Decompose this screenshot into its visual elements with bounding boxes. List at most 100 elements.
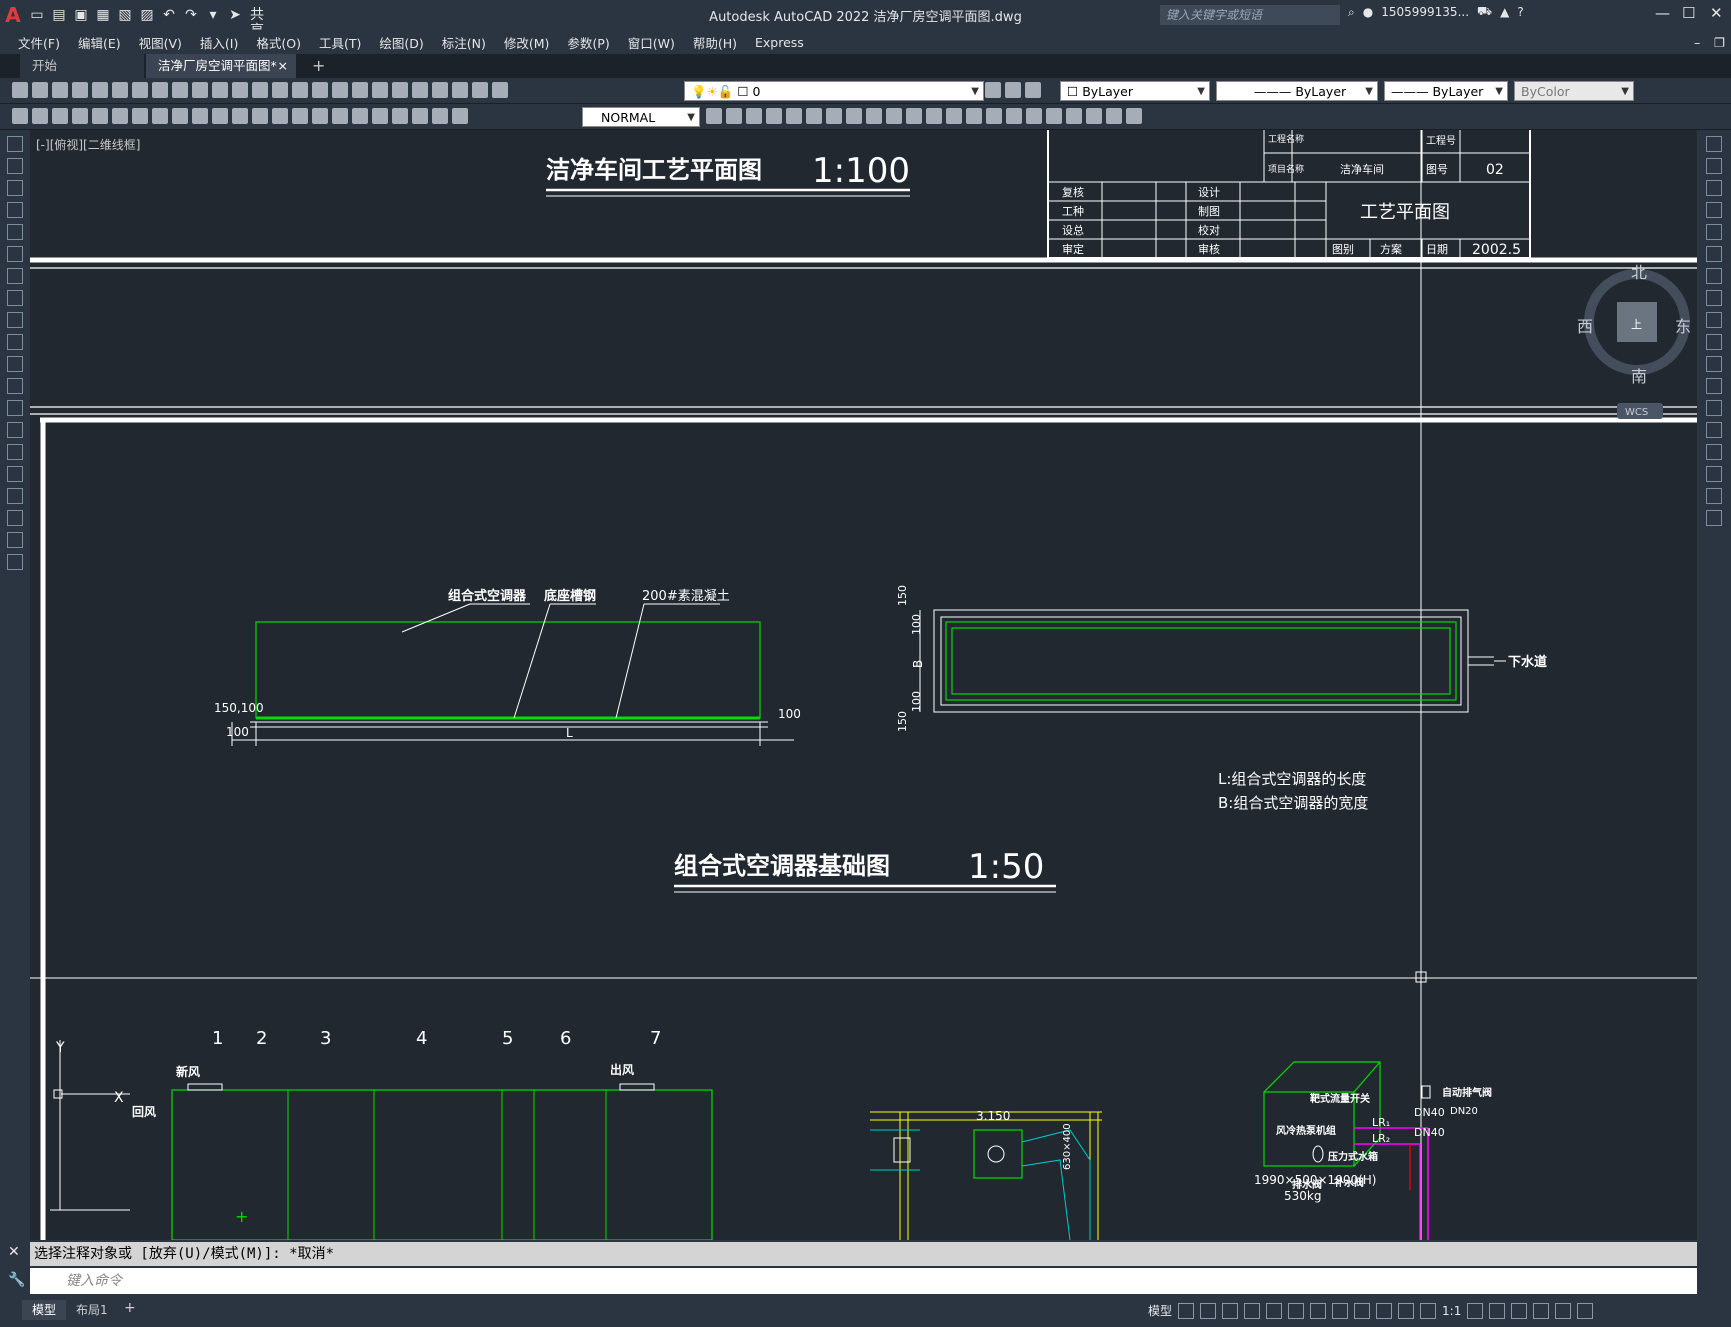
array-icon[interactable] (1706, 224, 1722, 240)
model-space-button[interactable]: 模型 (1148, 1302, 1172, 1319)
layout-tab-model[interactable]: 模型 (22, 1300, 67, 1320)
refedit-icon[interactable] (1126, 108, 1142, 124)
ucs-icon[interactable] (786, 108, 802, 124)
menu-parametric[interactable]: 参数(P) (567, 33, 609, 52)
menu-modify[interactable]: 修改(M) (504, 33, 550, 52)
zoom-window-icon[interactable] (312, 82, 328, 98)
customize-icon[interactable] (1577, 1302, 1594, 1319)
close-icon[interactable]: ✕ (1710, 4, 1723, 22)
open-file-icon[interactable]: ▤ (50, 7, 68, 23)
plotstyle-combo[interactable]: ByColor ▼ (1514, 81, 1634, 101)
match-properties-icon[interactable] (192, 82, 208, 98)
search-icon[interactable]: ⌕ (1348, 5, 1355, 20)
line-icon[interactable] (7, 136, 23, 152)
isodraft-icon[interactable] (1266, 1302, 1283, 1319)
render-icon[interactable] (1046, 108, 1062, 124)
tab-drawing[interactable]: 洁净厂房空调平面图* × (146, 54, 296, 78)
blend-icon[interactable] (1706, 488, 1722, 504)
orbit-icon[interactable] (906, 108, 922, 124)
open-icon[interactable] (32, 82, 48, 98)
refedit-icon[interactable] (1086, 108, 1102, 124)
inspection-icon[interactable] (372, 108, 388, 124)
polygon-icon[interactable] (7, 202, 23, 218)
user-icon[interactable]: ● (1363, 5, 1373, 19)
pan-icon[interactable] (272, 82, 288, 98)
layout-tab-layout1[interactable]: 布局1 (66, 1300, 118, 1320)
trim-icon[interactable] (1706, 334, 1722, 350)
menu-draw[interactable]: 绘图(D) (379, 33, 423, 52)
auto-scale-icon[interactable] (1420, 1302, 1437, 1319)
angular-icon[interactable] (212, 108, 228, 124)
dim-update-icon[interactable] (452, 108, 468, 124)
join-icon[interactable] (1706, 422, 1722, 438)
annotation-scale[interactable]: 1:1 (1442, 1304, 1461, 1318)
isolate-icon[interactable] (1511, 1302, 1528, 1319)
help-icon[interactable]: ? (1517, 5, 1523, 19)
render-icon[interactable] (966, 108, 982, 124)
table-icon[interactable] (7, 510, 23, 526)
jogged-icon[interactable] (172, 108, 188, 124)
viewcube[interactable]: 北 南 东 西 上 WCS (1575, 260, 1695, 440)
save-icon[interactable]: ▣ (72, 7, 90, 23)
dim-style-combo[interactable]: NORMAL ▼ (582, 107, 700, 127)
break-icon[interactable] (1706, 400, 1722, 416)
extend-icon[interactable] (1706, 356, 1722, 372)
calculator-icon[interactable] (452, 82, 468, 98)
menu-dimension[interactable]: 标注(N) (442, 33, 486, 52)
lineweight-combo[interactable]: ——— ByLayer ▼ (1384, 81, 1508, 101)
render-icon[interactable] (986, 108, 1002, 124)
share-button[interactable]: 共享 (248, 7, 266, 39)
chamfer-icon[interactable] (1706, 444, 1722, 460)
save-icon[interactable] (52, 82, 68, 98)
undo-icon[interactable]: ↶ (160, 7, 178, 23)
ucs-icon[interactable] (826, 108, 842, 124)
plot-icon[interactable]: ▨ (138, 7, 156, 23)
orbit-icon[interactable] (866, 108, 882, 124)
autocad-logo-icon[interactable]: A (0, 0, 26, 30)
new-layout-button[interactable]: + (124, 1300, 136, 1316)
block-editor-icon[interactable] (212, 82, 228, 98)
close-icon[interactable]: ✕ (8, 1244, 20, 1260)
dim-icon[interactable] (12, 108, 28, 124)
spline-icon[interactable] (7, 312, 23, 328)
object-snap-icon[interactable] (1310, 1302, 1327, 1319)
break-icon[interactable] (312, 108, 328, 124)
dim-edit-icon[interactable] (412, 108, 428, 124)
ellipse-arc-icon[interactable] (7, 356, 23, 372)
copy-icon[interactable] (152, 82, 168, 98)
view-icon[interactable] (726, 108, 742, 124)
space-icon[interactable] (292, 108, 308, 124)
menu-view[interactable]: 视图(V) (139, 33, 182, 52)
menu-help[interactable]: 帮助(H) (693, 33, 737, 52)
render-icon[interactable] (1026, 108, 1042, 124)
maximize-icon[interactable]: ☐ (1682, 4, 1695, 22)
redo-icon[interactable] (252, 82, 268, 98)
explode-icon[interactable] (1706, 510, 1722, 526)
share-icon[interactable]: ➤ (226, 7, 244, 23)
snap-icon[interactable] (1200, 1302, 1217, 1319)
rectangle-icon[interactable] (7, 224, 23, 240)
clean-screen-icon[interactable] (1555, 1302, 1572, 1319)
orbit-icon[interactable] (886, 108, 902, 124)
dim-icon[interactable] (52, 108, 68, 124)
ucs-icon[interactable] (846, 108, 862, 124)
construction-line-icon[interactable] (7, 158, 23, 174)
search-input[interactable]: 键入关键字或短语 (1160, 5, 1340, 25)
tolerance-icon[interactable] (332, 108, 348, 124)
erase-icon[interactable] (1706, 136, 1722, 152)
move-icon[interactable] (1706, 246, 1722, 262)
break-at-point-icon[interactable] (1706, 378, 1722, 394)
linear-dim-icon[interactable] (72, 108, 88, 124)
design-center-icon[interactable] (372, 82, 388, 98)
refedit-icon[interactable] (1106, 108, 1122, 124)
arc-length-icon[interactable] (112, 108, 128, 124)
markup-icon[interactable] (432, 82, 448, 98)
linetype-combo[interactable]: ——— ByLayer ▼ (1216, 81, 1378, 101)
make-block-icon[interactable] (7, 400, 23, 416)
region-icon[interactable] (7, 488, 23, 504)
gradient-icon[interactable] (7, 466, 23, 482)
baseline-icon[interactable] (252, 108, 268, 124)
grid-icon[interactable] (1178, 1302, 1195, 1319)
radius-icon[interactable] (152, 108, 168, 124)
dim-icon[interactable] (32, 108, 48, 124)
